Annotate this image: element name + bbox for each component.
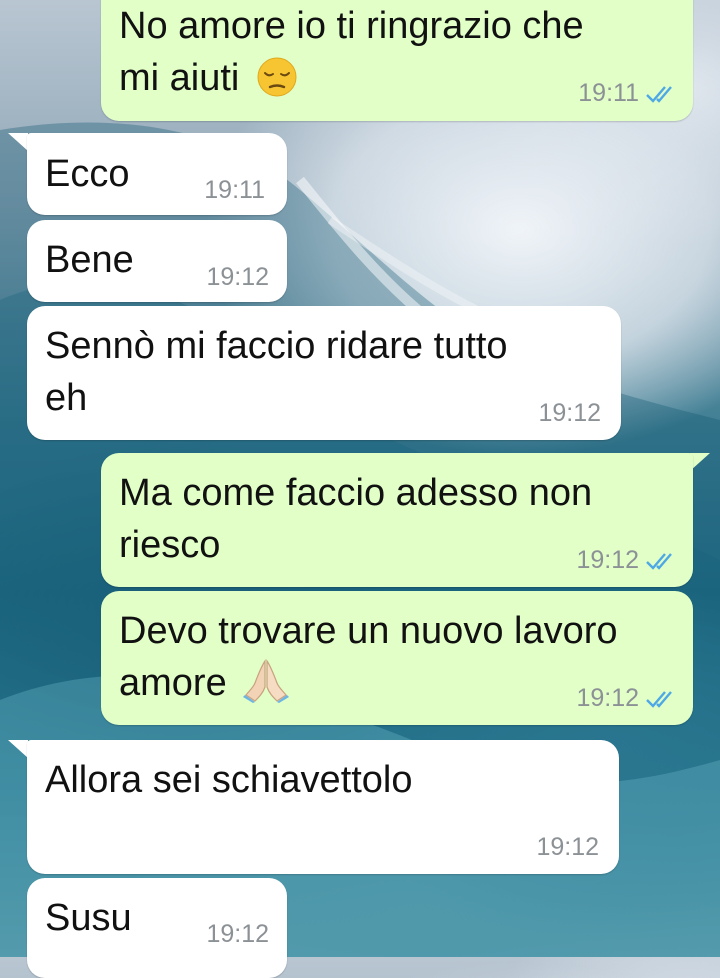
message-timestamp: 19:12: [576, 684, 639, 712]
message-timestamp: 19:12: [206, 263, 269, 291]
message-text-line: mi aiuti: [119, 57, 240, 99]
message-text-line: No amore io ti ringrazio che: [119, 5, 584, 47]
double-check-icon: [646, 690, 672, 708]
message-text: Ecco: [45, 153, 130, 195]
message-bubble-incoming[interactable]: Allora sei schiavettolo 19:12: [27, 740, 619, 874]
message-bubble-outgoing[interactable]: Devo trovare un nuovo lavoro amore 19:12: [101, 591, 693, 725]
message-timestamp: 19:11: [204, 176, 265, 204]
message-text-line: riesco: [119, 524, 221, 566]
message-timestamp: 19:11: [578, 79, 639, 107]
message-text-line: amore: [119, 662, 227, 704]
message-timestamp: 19:12: [576, 546, 639, 574]
message-text: Susu: [45, 897, 132, 939]
folded-hands-emoji: [243, 659, 290, 703]
message-bubble-outgoing[interactable]: Ma come faccio adesso non riesco 19:12: [101, 453, 693, 587]
double-check-icon: [646, 552, 672, 570]
message-bubble-incoming[interactable]: Susu 19:12: [27, 878, 287, 978]
message-text-line: Ma come faccio adesso non: [119, 472, 593, 514]
message-bubble-incoming[interactable]: Bene 19:12: [27, 220, 287, 302]
message-bubble-incoming[interactable]: Sennò mi faccio ridare tutto eh 19:12: [27, 306, 621, 440]
message-bubble-outgoing[interactable]: No amore io ti ringrazio che mi aiuti 19…: [101, 0, 693, 121]
message-timestamp: 19:12: [536, 833, 599, 861]
pensive-face-emoji: [257, 57, 297, 97]
double-check-icon: [646, 85, 672, 103]
message-timestamp: 19:12: [538, 399, 601, 427]
message-text: Bene: [45, 239, 134, 281]
message-text-line: eh: [45, 377, 88, 419]
message-text: Allora sei schiavettolo: [45, 759, 413, 801]
message-text-line: Devo trovare un nuovo lavoro: [119, 610, 618, 652]
bubble-tail: [8, 740, 28, 758]
message-timestamp: 19:12: [206, 920, 269, 948]
bubble-tail: [690, 453, 710, 471]
message-bubble-incoming[interactable]: Ecco 19:11: [27, 133, 287, 215]
message-text-line: Sennò mi faccio ridare tutto: [45, 325, 508, 367]
bubble-tail: [8, 133, 28, 151]
